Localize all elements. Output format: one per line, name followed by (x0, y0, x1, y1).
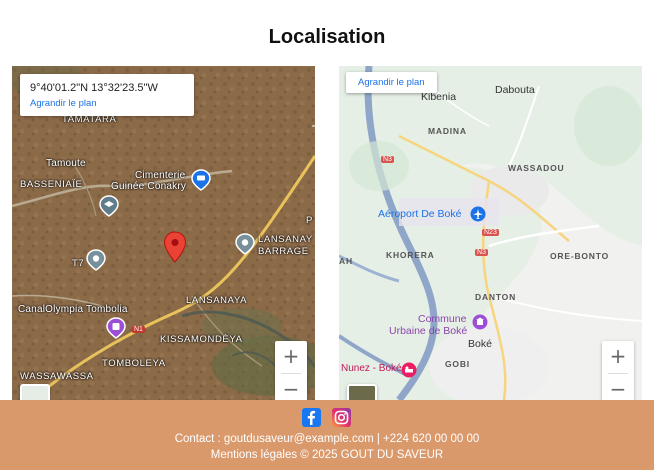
map-label: KHORERA (386, 250, 435, 260)
airport-icon[interactable] (470, 206, 486, 222)
map-label: Dabouta (495, 84, 535, 96)
map-label: WASSAWASSA (20, 371, 94, 382)
place-poi-icon[interactable] (86, 249, 106, 271)
social-links (0, 408, 654, 428)
cinema-poi-icon[interactable] (106, 317, 126, 339)
map-label: Urbaine de Boké (389, 325, 468, 337)
zoom-in-button[interactable]: + (602, 341, 634, 373)
road-shield: N3 (381, 156, 394, 163)
map-label: Tamoute (46, 158, 86, 169)
zoom-control: + − (602, 341, 634, 400)
site-footer: Contact : goutdusaveur@example.com | +22… (0, 400, 654, 470)
map-layer-toggle[interactable] (347, 384, 377, 400)
road-shield: N23 (482, 229, 499, 236)
map-label: MADINA (428, 126, 467, 136)
map-label: P (306, 215, 313, 226)
page-title: Localisation (268, 26, 386, 48)
map-label: BASSENIAÏE (20, 179, 83, 190)
hotel-icon[interactable] (401, 362, 417, 378)
map-label: DANTON (475, 292, 517, 302)
satellite-map[interactable]: TAMATARA Tamoute BASSENIAÏE Cimenterie G… (12, 66, 315, 400)
map-label: BARRAGE (258, 246, 309, 257)
map-label: KISSAMONDÈYA (160, 334, 243, 345)
map-label: Commune (418, 313, 467, 325)
map-label: Aéroport De Boké (378, 208, 462, 220)
enlarge-map-button[interactable]: Agrandir le plan (346, 72, 437, 93)
map-label: CanalOlympia Tombolia (18, 304, 128, 315)
zoom-out-button[interactable]: − (602, 374, 634, 400)
road-shield: N1 (132, 326, 145, 333)
zoom-in-button[interactable]: + (275, 341, 307, 373)
map-label: LANSANAY (258, 234, 313, 245)
map-label: GOBI (445, 359, 470, 369)
map-layer-toggle[interactable] (20, 384, 50, 400)
town-hall-icon[interactable] (472, 314, 488, 330)
location-pin-icon[interactable] (163, 231, 187, 263)
map-label: WASSADOU (508, 163, 565, 173)
zoom-control: + − (275, 341, 307, 400)
place-poi-icon[interactable] (235, 233, 255, 255)
map-label: Boké (468, 338, 492, 350)
road-map[interactable]: Kibenia Dabouta MADINA WASSADOU N3 Aérop… (339, 66, 642, 400)
enlarge-map-link[interactable]: Agrandir le plan (30, 98, 184, 109)
instagram-icon[interactable] (332, 408, 351, 427)
road-shield: N3 (475, 249, 488, 256)
map-label: Nunez - Boké (341, 363, 402, 374)
facebook-icon[interactable] (302, 408, 321, 427)
map-label: Guinée Conakry (111, 181, 187, 192)
map-label: LANSANAYA (186, 295, 248, 306)
legal-notice-link[interactable]: Mentions légales © 2025 GOUT DU SAVEUR (0, 449, 654, 461)
map-label: TOMBOLEYA (102, 358, 166, 369)
zoom-out-button[interactable]: − (275, 374, 307, 400)
map-label: AH (339, 256, 353, 266)
coordinates-text: 9°40'01.2"N 13°32'23.5"W (30, 82, 158, 94)
contact-info: Contact : goutdusaveur@example.com | +22… (174, 433, 480, 445)
school-poi-icon[interactable] (99, 195, 119, 217)
shopping-poi-icon[interactable] (191, 169, 211, 191)
map-label: ORE-BONTO (550, 251, 609, 261)
map-label: T7 (72, 258, 85, 269)
map-label: Cimenterie (135, 170, 186, 181)
place-info-card: 9°40'01.2"N 13°32'23.5"W Agrandir le pla… (20, 74, 194, 116)
